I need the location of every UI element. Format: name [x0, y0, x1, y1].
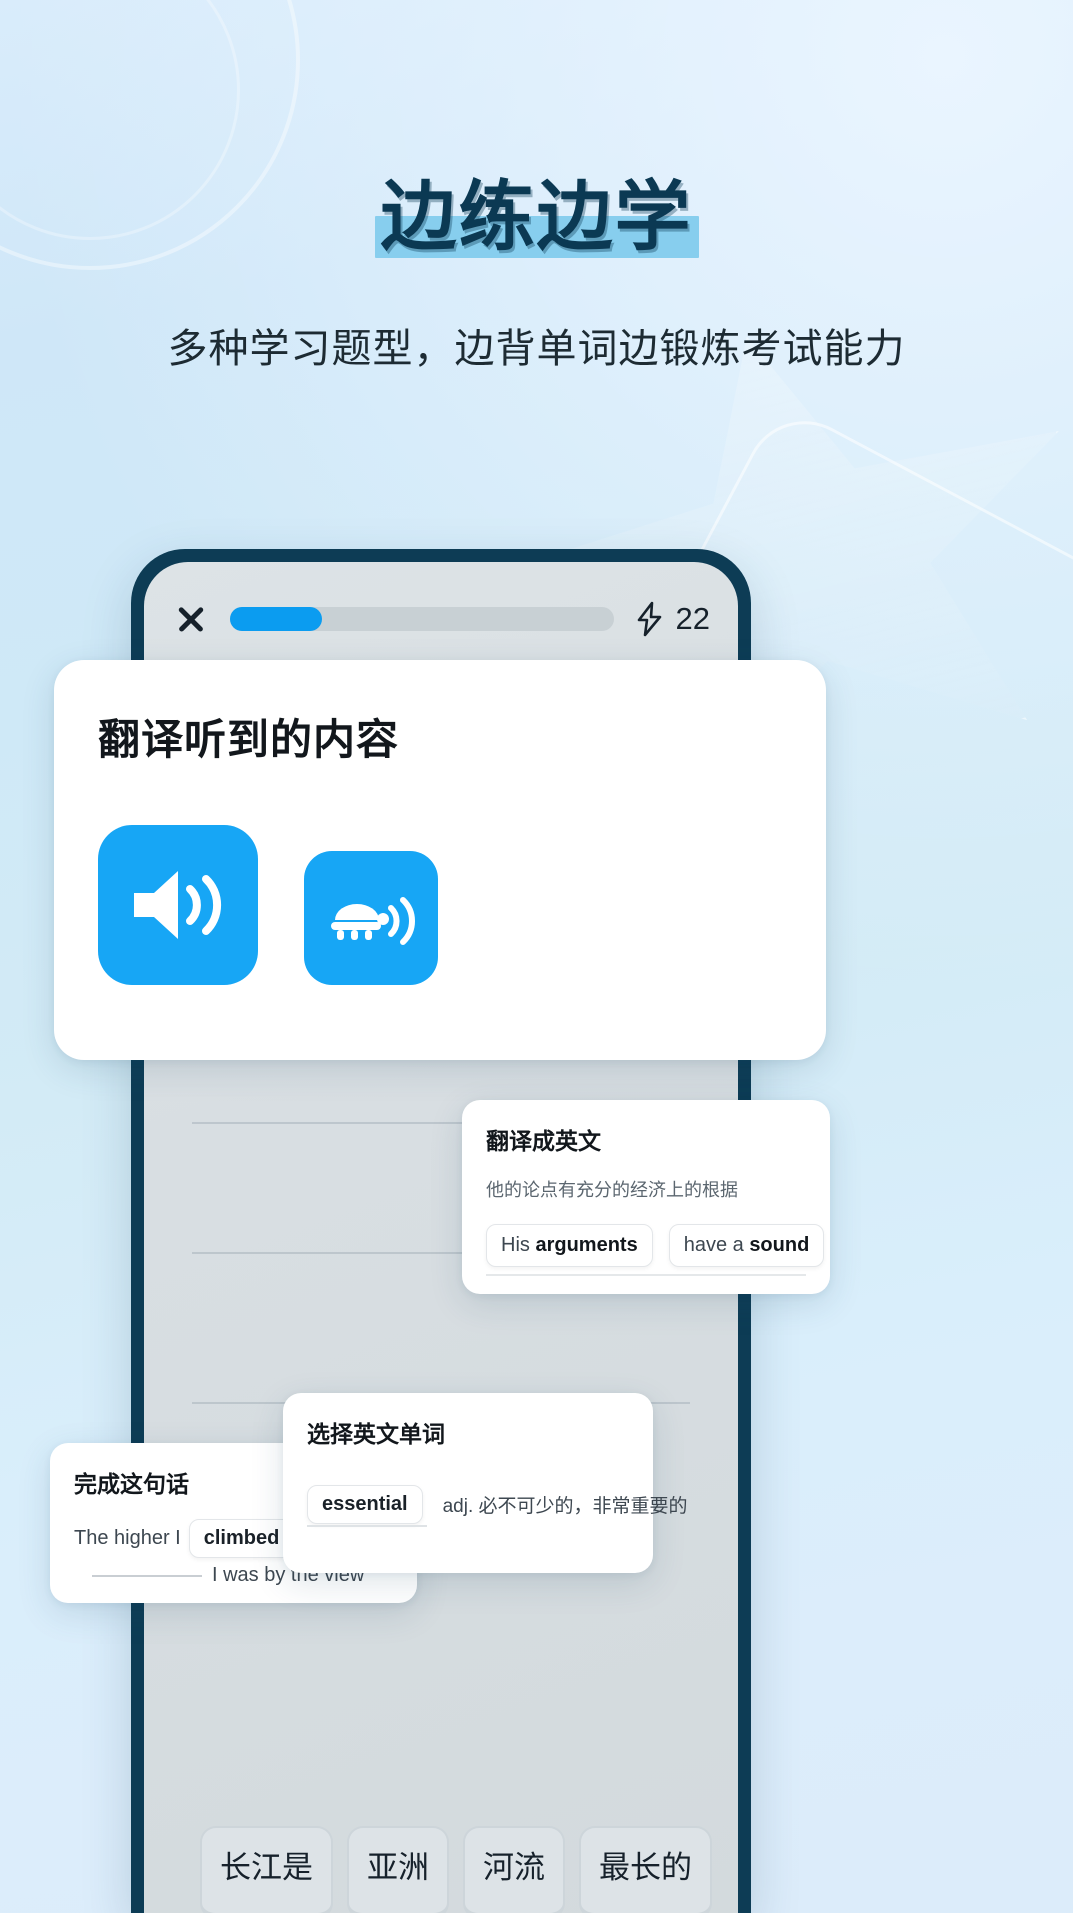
page-title: 边练边学 — [380, 175, 693, 260]
card-translate-to-english: 翻译成英文 他的论点有充分的经济上的根据 His arguments have … — [462, 1100, 830, 1294]
chip-plain-text: have a — [683, 1234, 750, 1256]
streak-counter[interactable]: 22 — [634, 600, 710, 638]
choose-word-chip[interactable]: essential — [307, 1485, 423, 1524]
sentence-blank[interactable] — [92, 1574, 202, 1577]
sentence-answer-chip[interactable]: climbed — [188, 1519, 295, 1558]
card-choose-word: 选择英文单词 essential adj. 必不可少的，非常重要的 — [283, 1393, 688, 1573]
turtle-speaker-icon — [331, 897, 415, 945]
lightning-bolt-icon — [637, 601, 661, 637]
word-bank-chip[interactable]: 长江是 — [200, 1826, 333, 1913]
chip-bold-text: arguments — [535, 1234, 638, 1256]
page-title-wrap: 边练边学 — [374, 175, 699, 260]
page-subtitle: 多种学习题型，边背单词边锻炼考试能力 — [167, 326, 906, 371]
word-bank-chip[interactable]: 河流 — [463, 1826, 565, 1913]
card-title-choose: 选择英文单词 — [307, 1421, 445, 1447]
choose-word-definition: adj. 必不可少的，非常重要的 — [442, 1496, 688, 1517]
lesson-topbar: 22 — [144, 600, 738, 638]
play-audio-slow-button[interactable] — [304, 851, 438, 985]
card-listen-translate: 翻译听到的内容 — [54, 660, 826, 1060]
translate-prompt: 他的论点有充分的经济上的根据 — [486, 1180, 738, 1200]
word-bank-chip[interactable]: 亚洲 — [347, 1826, 449, 1913]
lesson-progress-bar — [230, 607, 614, 631]
streak-count: 22 — [675, 601, 710, 636]
lesson-progress-fill — [230, 607, 323, 631]
header: 边练边学 多种学习题型，边背单词边锻炼考试能力 — [0, 0, 1073, 374]
word-bank-chip[interactable]: 最长的 — [579, 1826, 712, 1913]
play-audio-button[interactable] — [98, 825, 258, 985]
word-bank: 长江是 亚洲 河流 最长的 — [200, 1826, 712, 1913]
audio-buttons-row — [98, 825, 782, 985]
chip-plain-text: His — [501, 1234, 536, 1256]
sentence-prefix: The higher I — [74, 1527, 181, 1549]
promo-screen: 边练边学 多种学习题型，边背单词边锻炼考试能力 22 长江是 亚洲 河流 最长的… — [0, 0, 1073, 1913]
chip-bold-text: sound — [749, 1234, 810, 1256]
translate-answer-chips: His arguments have a sound — [486, 1224, 825, 1267]
answer-chip[interactable]: have a sound — [668, 1224, 825, 1267]
close-icon[interactable] — [172, 600, 210, 638]
answer-chip[interactable]: His arguments — [486, 1224, 653, 1267]
choose-word-row: essential adj. 必不可少的，非常重要的 — [307, 1485, 688, 1524]
answer-underline — [486, 1274, 806, 1276]
choose-word-underline — [307, 1525, 427, 1527]
card-title-listen: 翻译听到的内容 — [98, 716, 400, 763]
card-title-translate: 翻译成英文 — [486, 1128, 601, 1154]
speaker-icon — [134, 871, 222, 939]
